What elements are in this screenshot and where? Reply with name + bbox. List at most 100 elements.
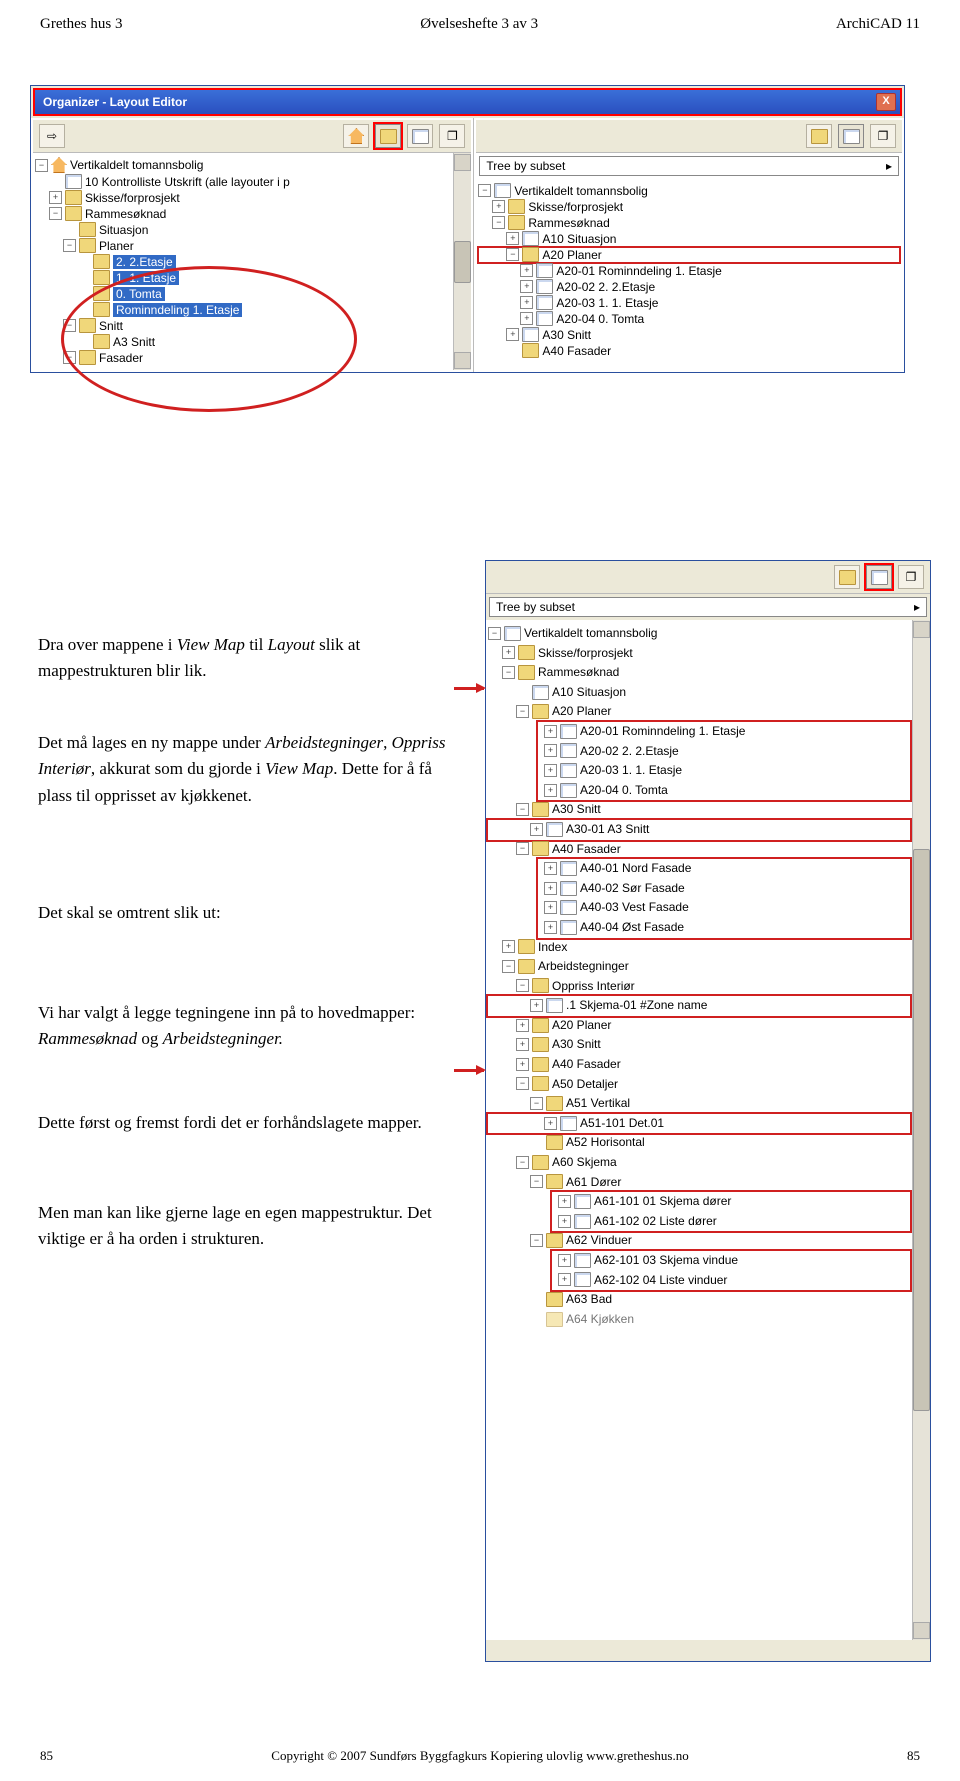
- tree-item[interactable]: A62 Vinduer: [566, 1231, 632, 1250]
- layout-mode-button[interactable]: [866, 565, 892, 589]
- paragraph-1: Dra over mappene i View Map til Layout s…: [38, 632, 458, 685]
- tree-item[interactable]: A63 Bad: [566, 1290, 612, 1309]
- scrollbar[interactable]: [453, 153, 471, 370]
- tree-item[interactable]: A20 Planer: [552, 702, 611, 721]
- tree-item[interactable]: A20-02 2. 2.Etasje: [580, 742, 679, 761]
- tree-item[interactable]: A64 Kjøkken: [566, 1310, 634, 1329]
- tree-item[interactable]: A40-02 Sør Fasade: [580, 879, 685, 898]
- tree-root[interactable]: Vertikaldelt tomannsbolig: [70, 158, 203, 172]
- stack-button[interactable]: ❐: [898, 565, 924, 589]
- tree-item[interactable]: A40 Fasader: [542, 344, 611, 358]
- scroll-thumb[interactable]: [454, 241, 471, 283]
- layout-icon: [536, 279, 553, 294]
- tree-item[interactable]: A50 Detaljer: [552, 1075, 618, 1094]
- tree-item[interactable]: A40 Fasader: [552, 840, 621, 859]
- titlebar[interactable]: Organizer - Layout Editor X: [33, 88, 902, 116]
- tree-item[interactable]: A20-04 0. Tomta: [556, 312, 644, 326]
- tree-item[interactable]: Skisse/forprosjekt: [538, 644, 633, 663]
- tree-item[interactable]: A20-03 1. 1. Etasje: [580, 761, 682, 780]
- tree-item[interactable]: A20-01 Rominndeling 1. Etasje: [580, 722, 745, 741]
- tree-item[interactable]: A60 Skjema: [552, 1153, 617, 1172]
- tree-item[interactable]: .1 Skjema-01 #Zone name: [566, 996, 707, 1015]
- scroll-down-icon[interactable]: [454, 352, 471, 369]
- tree-item[interactable]: A20 Planer: [542, 248, 601, 262]
- left-tree[interactable]: −Vertikaldelt tomannsbolig 10 Kontrollis…: [33, 153, 453, 370]
- layout-icon: [546, 998, 563, 1013]
- house-icon[interactable]: [343, 124, 369, 148]
- stack-button[interactable]: ❐: [439, 124, 465, 148]
- tree-item[interactable]: A30 Snitt: [552, 1035, 601, 1054]
- tree-item[interactable]: A3 Snitt: [113, 335, 155, 349]
- tree-item[interactable]: Fasader: [99, 351, 143, 365]
- panel2-tree[interactable]: −Vertikaldelt tomannsbolig +Skisse/forpr…: [486, 620, 912, 1640]
- nav-button[interactable]: ⇨: [39, 124, 65, 148]
- tree-item[interactable]: Situasjon: [99, 223, 148, 237]
- tree-item[interactable]: A61 Dører: [566, 1173, 621, 1192]
- folder-icon: [93, 270, 110, 285]
- folder-icon: [532, 1018, 549, 1033]
- scroll-down-icon[interactable]: [913, 1622, 930, 1639]
- tree-item-selected[interactable]: Rominndeling 1. Etasje: [113, 303, 242, 317]
- tree-item[interactable]: A20-02 2. 2.Etasje: [556, 280, 655, 294]
- tree-item[interactable]: A20-04 0. Tomta: [580, 781, 668, 800]
- tree-item[interactable]: A30-01 A3 Snitt: [566, 820, 649, 839]
- tree-item[interactable]: Snitt: [99, 319, 123, 333]
- tree-item-selected[interactable]: 1. 1. Etasje: [113, 271, 179, 285]
- tree-item[interactable]: A40-03 Vest Fasade: [580, 898, 689, 917]
- tree-item[interactable]: A51-101 Det.01: [580, 1114, 664, 1133]
- folder-mode-button[interactable]: [834, 565, 860, 589]
- tree-item[interactable]: A40-04 Øst Fasade: [580, 918, 684, 937]
- layout-mode-button[interactable]: [407, 124, 433, 148]
- header-center: Øvelseshefte 3 av 3: [420, 16, 538, 33]
- folder-mode-button[interactable]: [375, 124, 401, 148]
- tree-item[interactable]: Arbeidstegninger: [538, 957, 629, 976]
- right-pane: ❐ Tree by subset ▸ −Vertikaldelt tomanns…: [474, 118, 904, 372]
- close-icon[interactable]: X: [876, 93, 896, 111]
- folder-icon: [546, 1312, 563, 1327]
- organizer-panel-2: ❐ Tree by subset ▸ −Vertikaldelt tomanns…: [485, 560, 931, 1662]
- tree-item[interactable]: A40-01 Nord Fasade: [580, 859, 691, 878]
- tree-item[interactable]: A62-101 03 Skjema vindue: [594, 1251, 738, 1270]
- tree-item[interactable]: Rammesøknad: [538, 663, 619, 682]
- subset-dropdown[interactable]: Tree by subset ▸: [479, 156, 899, 176]
- tree-item[interactable]: A51 Vertikal: [566, 1094, 630, 1113]
- tree-item[interactable]: A40 Fasader: [552, 1055, 621, 1074]
- tree-item-selected[interactable]: 0. Tomta: [113, 287, 165, 301]
- right-tree[interactable]: −Vertikaldelt tomannsbolig +Skisse/forpr…: [476, 179, 902, 363]
- scroll-up-icon[interactable]: [913, 621, 930, 638]
- tree-root[interactable]: Vertikaldelt tomannsbolig: [514, 184, 647, 198]
- tree-item[interactable]: Planer: [99, 239, 134, 253]
- tree-item[interactable]: Rammesøknad: [528, 216, 609, 230]
- subset-dropdown-2[interactable]: Tree by subset ▸: [489, 597, 927, 617]
- scroll-up-icon[interactable]: [454, 154, 471, 171]
- tree-item[interactable]: A30 Snitt: [552, 800, 601, 819]
- folder-mode-button[interactable]: [806, 124, 832, 148]
- tree-item[interactable]: A10 Situasjon: [542, 232, 616, 246]
- tree-item[interactable]: Skisse/forprosjekt: [85, 191, 180, 205]
- scrollbar-2[interactable]: [912, 620, 930, 1640]
- tree-root[interactable]: Vertikaldelt tomannsbolig: [524, 624, 657, 643]
- tree-item[interactable]: A20 Planer: [552, 1016, 611, 1035]
- tree-item[interactable]: Index: [538, 938, 567, 957]
- stack-button[interactable]: ❐: [870, 124, 896, 148]
- tree-item[interactable]: A62-102 04 Liste vinduer: [594, 1271, 727, 1290]
- folder-icon: [508, 215, 525, 230]
- tree-item[interactable]: A10 Situasjon: [552, 683, 626, 702]
- tree-item[interactable]: A20-03 1. 1. Etasje: [556, 296, 658, 310]
- layout-mode-button[interactable]: [838, 124, 864, 148]
- tree-item[interactable]: Oppriss Interiør: [552, 977, 635, 996]
- tree-item[interactable]: A20-01 Rominndeling 1. Etasje: [556, 264, 721, 278]
- tree-item[interactable]: A52 Horisontal: [566, 1133, 645, 1152]
- tree-item[interactable]: Rammesøknad: [85, 207, 166, 221]
- layout-icon: [546, 822, 563, 837]
- folder-icon: [65, 206, 82, 221]
- tree-item[interactable]: Skisse/forprosjekt: [528, 200, 623, 214]
- folder-icon: [522, 247, 539, 262]
- tree-item[interactable]: A61-102 02 Liste dører: [594, 1212, 717, 1231]
- scroll-thumb[interactable]: [913, 849, 930, 1411]
- tree-item[interactable]: A61-101 01 Skjema dører: [594, 1192, 731, 1211]
- header-left: Grethes hus 3: [40, 16, 123, 33]
- tree-item[interactable]: 10 Kontrolliste Utskrift (alle layouter …: [85, 175, 290, 189]
- tree-item-selected[interactable]: 2. 2.Etasje: [113, 255, 176, 269]
- tree-item[interactable]: A30 Snitt: [542, 328, 591, 342]
